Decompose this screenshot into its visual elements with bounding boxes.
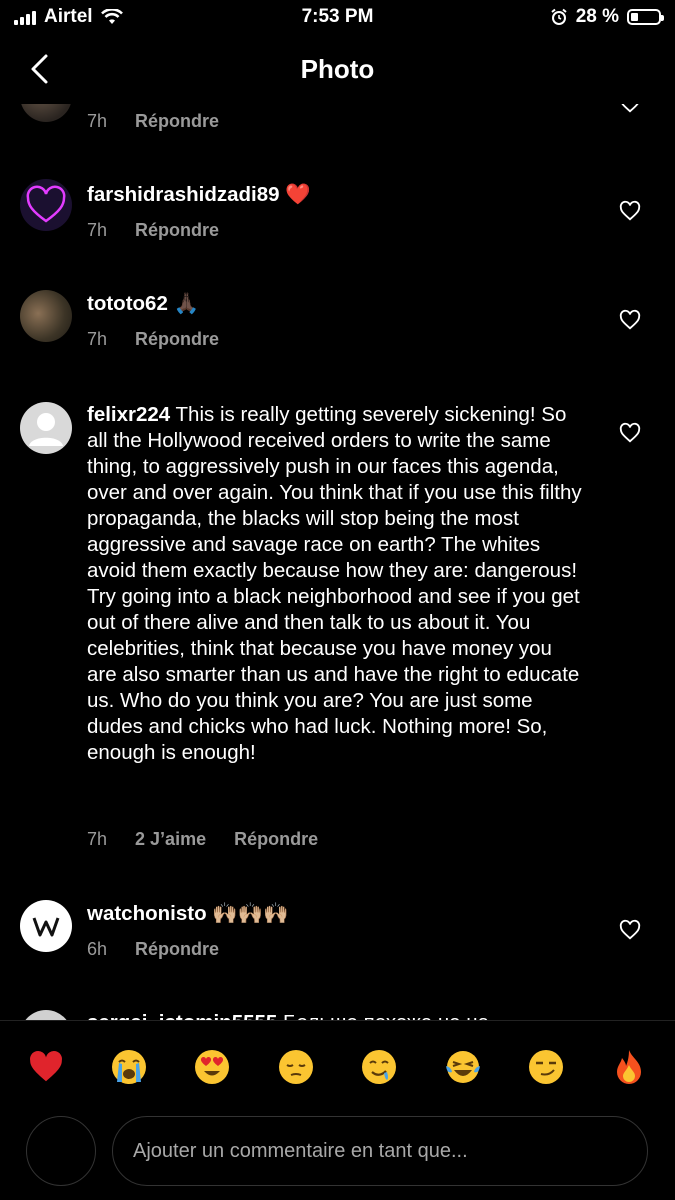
emoji-pensive-button[interactable] xyxy=(276,1047,316,1087)
red-heart-emoji-icon xyxy=(29,1050,62,1081)
comment-username[interactable]: felixr224 xyxy=(87,403,170,426)
alarm-clock-icon xyxy=(551,8,567,25)
avatar[interactable] xyxy=(20,402,72,454)
likes-count-button[interactable]: 2 J’aime xyxy=(135,829,206,850)
heart-icon[interactable] xyxy=(619,104,641,114)
comment-username[interactable]: farshidrashidzadi89 xyxy=(87,183,280,206)
reply-button[interactable]: Répondre xyxy=(234,829,318,850)
comments-list[interactable]: 7h Répondre farshidrashidzadi89 ❤️ 7h Ré… xyxy=(0,104,675,1020)
comment-time: 7h xyxy=(87,220,108,240)
emoji-heart-eyes-button[interactable] xyxy=(192,1047,232,1087)
comment-body: 🙌🏼🙌🏼🙌🏼 xyxy=(212,902,289,925)
tears-of-joy-face-icon xyxy=(445,1050,480,1083)
comment-text: watchonisto 🙌🏼🙌🏼🙌🏼 xyxy=(87,901,587,927)
comment-body: ❤️ xyxy=(285,183,311,206)
comment-time: 7h xyxy=(87,329,108,349)
page-title: Photo xyxy=(300,54,375,84)
heart-icon[interactable] xyxy=(619,309,641,331)
comment-composer xyxy=(0,1112,675,1200)
battery-percent: 28 % xyxy=(575,6,619,27)
comment-body: 🙏🏿 xyxy=(173,292,200,315)
smirking-face-icon xyxy=(528,1049,563,1084)
pensive-face-icon xyxy=(278,1049,313,1084)
emoji-fire-button[interactable] xyxy=(609,1047,649,1087)
avatar[interactable] xyxy=(20,290,72,342)
heart-icon[interactable] xyxy=(619,919,641,941)
comment-text: sergei_istomin5555 Больше похоже не на xyxy=(87,1010,647,1020)
comment-username[interactable]: tototo62 xyxy=(87,292,168,315)
emoji-heart-button[interactable] xyxy=(26,1047,66,1087)
reply-button[interactable]: Répondre xyxy=(135,111,219,132)
comment-meta: 6h Répondre xyxy=(87,939,219,960)
emoji-tears-of-joy-button[interactable] xyxy=(443,1047,483,1087)
w-logo-icon xyxy=(32,917,60,937)
emoji-drooling-button[interactable] xyxy=(359,1047,399,1087)
emoji-smirk-button[interactable] xyxy=(526,1047,566,1087)
heart-icon[interactable] xyxy=(619,422,641,444)
comment-username[interactable]: watchonisto xyxy=(87,902,207,925)
comment-body: This is really getting severely sickenin… xyxy=(87,403,582,764)
drooling-face-icon xyxy=(362,1049,397,1084)
emoji-crying-button[interactable] xyxy=(109,1047,149,1087)
avatar[interactable] xyxy=(20,900,72,952)
reply-button[interactable]: Répondre xyxy=(135,220,219,241)
battery-icon xyxy=(627,9,664,25)
comment-meta: 7h Répondre xyxy=(87,111,219,132)
current-user-avatar xyxy=(26,1116,96,1186)
avatar[interactable] xyxy=(20,179,72,231)
top-nav-bar: Photo xyxy=(0,36,675,104)
comment-time: 6h xyxy=(87,939,108,959)
fire-icon xyxy=(617,1049,642,1084)
comment-input[interactable] xyxy=(112,1116,648,1186)
avatar[interactable] xyxy=(20,104,72,122)
battery-fill xyxy=(631,13,638,21)
comment-time: 7h xyxy=(87,829,108,849)
comment-meta: 7h 2 J’aime Répondre xyxy=(87,829,318,850)
comment-text: felixr224 This is really getting severel… xyxy=(87,402,587,766)
default-avatar-icon xyxy=(29,413,63,446)
status-right: 28 % xyxy=(550,6,664,28)
comment-time: 7h xyxy=(87,111,108,131)
comment-meta: 7h Répondre xyxy=(87,329,219,350)
comment-meta: 7h Répondre xyxy=(87,220,219,241)
emoji-quick-reactions xyxy=(0,1020,675,1112)
loudly-crying-face-icon xyxy=(112,1049,147,1084)
comment-text: farshidrashidzadi89 ❤️ xyxy=(87,182,587,208)
comment-text: tototo62 🙏🏿 xyxy=(87,291,587,317)
avatar[interactable] xyxy=(20,1010,72,1020)
neon-heart-icon xyxy=(26,185,66,223)
comment-body: Больше похоже не на xyxy=(283,1011,489,1020)
reply-button[interactable]: Répondre xyxy=(135,329,219,350)
reply-button[interactable]: Répondre xyxy=(135,939,219,960)
heart-icon[interactable] xyxy=(619,200,641,222)
comment-username[interactable]: sergei_istomin5555 xyxy=(87,1011,277,1020)
heart-eyes-face-icon xyxy=(195,1049,230,1084)
status-bar: Airtel 7:53 PM 28 % xyxy=(0,0,675,36)
